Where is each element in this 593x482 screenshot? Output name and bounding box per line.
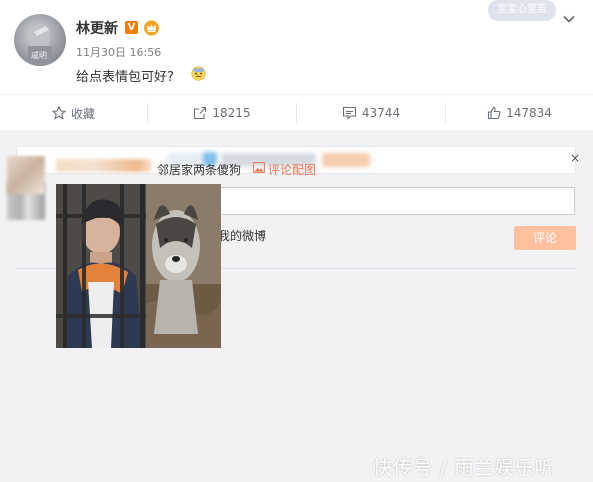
favorite-label: 收藏 bbox=[70, 106, 95, 121]
comment-text: 邻居家两条傻狗 bbox=[157, 163, 242, 177]
like-button[interactable]: 147834 bbox=[446, 95, 593, 131]
author-name[interactable]: 林更新 bbox=[76, 18, 118, 38]
post-time[interactable]: 11月30日 16:56 bbox=[76, 44, 161, 60]
sticker-badge: 宝宝心里苦 bbox=[488, 0, 556, 21]
comment-image[interactable] bbox=[56, 184, 221, 348]
comment-picture-link[interactable]: 评论配图 bbox=[268, 161, 316, 178]
post-text: 给点表情包可好? bbox=[76, 70, 174, 85]
comment-count: 43744 bbox=[361, 106, 401, 120]
picture-icon bbox=[253, 162, 265, 173]
submit-comment-button[interactable]: 评论 bbox=[514, 226, 576, 250]
close-icon[interactable]: × bbox=[570, 151, 580, 165]
avatar-watermark: 戚明 bbox=[31, 51, 47, 60]
share-icon bbox=[194, 106, 207, 120]
chevron-down-icon[interactable] bbox=[562, 14, 576, 24]
verified-badge-icon[interactable]: V bbox=[125, 21, 138, 34]
comment-photo-art bbox=[56, 184, 221, 348]
source-watermark: 快传号 / 雨兰娱乐听 bbox=[373, 457, 555, 479]
blurred-notice-text bbox=[322, 153, 370, 167]
share-count: 18215 bbox=[212, 106, 251, 120]
star-icon bbox=[51, 106, 66, 120]
post-card: 戚明 林更新 V 11月30日 16:56 给点表情包可好? 宝宝心里苦 收藏 bbox=[0, 0, 593, 130]
commenter-name-blurred[interactable] bbox=[56, 159, 152, 172]
author-avatar[interactable]: 戚明 bbox=[14, 14, 66, 66]
share-button[interactable]: 18215 bbox=[148, 95, 296, 131]
comment-button[interactable]: 43744 bbox=[297, 95, 445, 131]
action-bar: 收藏 18215 43744 147834 bbox=[0, 94, 593, 131]
comment-icon bbox=[342, 106, 356, 120]
thumbs-up-icon bbox=[488, 106, 501, 120]
commenter-avatar[interactable] bbox=[7, 156, 45, 194]
sweat-emoji-icon bbox=[191, 66, 206, 81]
favorite-button[interactable]: 收藏 bbox=[0, 95, 147, 131]
like-count: 147834 bbox=[506, 106, 552, 120]
vip-crown-icon[interactable] bbox=[143, 19, 160, 36]
